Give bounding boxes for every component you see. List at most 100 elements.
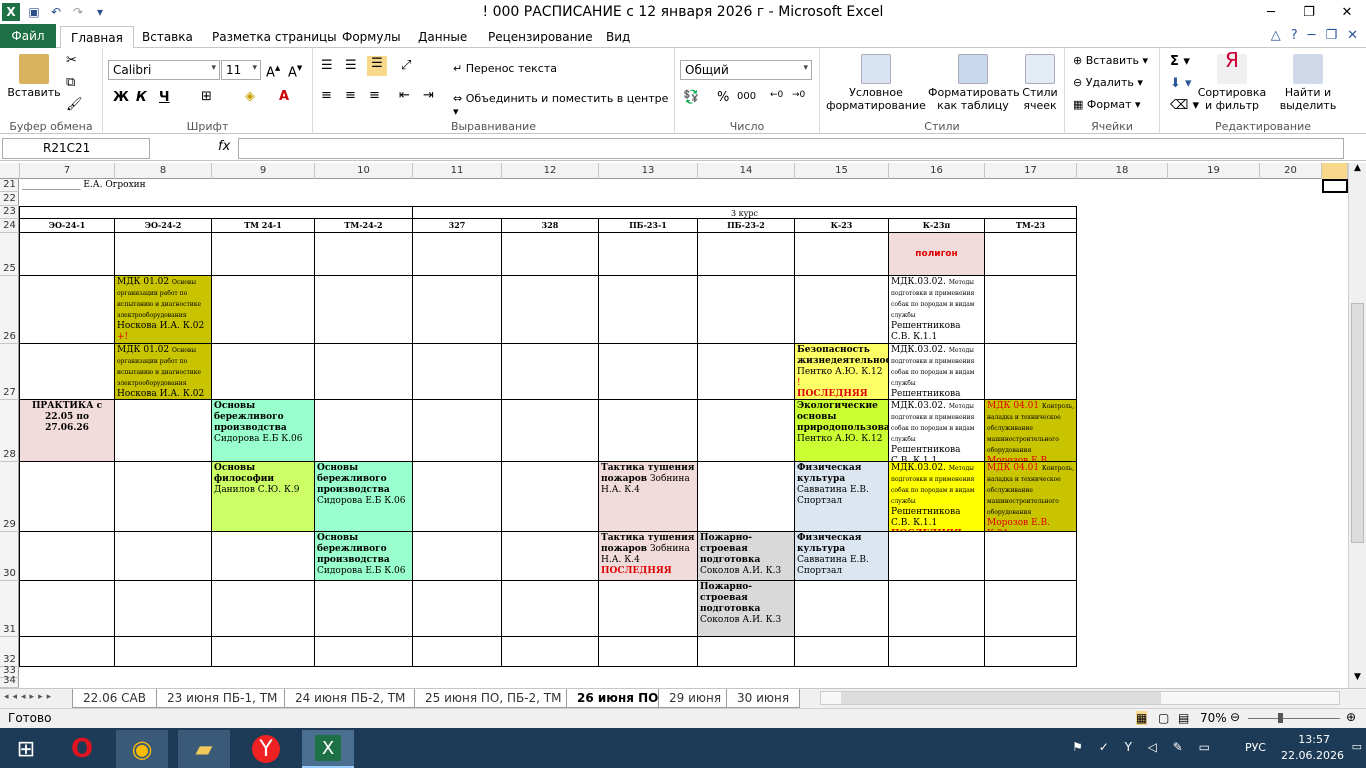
wrap-text-button[interactable]: ↵ Перенос текста <box>453 62 557 75</box>
column-header[interactable]: 8 <box>115 163 212 179</box>
group-header[interactable]: К-23 <box>795 219 889 233</box>
currency-icon[interactable]: 💱 <box>683 90 699 105</box>
tray-icons[interactable]: ⚑ ✓ Y ◁ ✎ ▭ <box>1072 740 1216 754</box>
empty-cell[interactable] <box>889 581 985 637</box>
empty-cell[interactable] <box>413 581 502 637</box>
empty-cell[interactable] <box>599 344 698 400</box>
column-header[interactable]: 11 <box>413 163 502 179</box>
schedule-cell[interactable]: ПРАКТИКА с 22.05 по 27.06.26 <box>19 400 115 462</box>
h-scroll-thumb[interactable] <box>841 692 1161 704</box>
empty-cell[interactable] <box>212 233 315 276</box>
schedule-cell[interactable]: Основы бережливого производства Сидорова … <box>212 400 315 462</box>
increase-decimal-icon[interactable]: ←0 <box>770 90 783 100</box>
align-right-icon[interactable]: ≡ <box>369 88 380 103</box>
selected-cell[interactable] <box>1322 179 1348 193</box>
empty-cell[interactable] <box>115 233 212 276</box>
column-header[interactable]: 19 <box>1168 163 1260 179</box>
schedule-cell[interactable]: Безопасность жизнедеятельности Пентко А.… <box>795 344 889 400</box>
group-header[interactable]: ТМ 24-1 <box>212 219 315 233</box>
clear-icon[interactable]: ⌫ ▾ <box>1170 98 1199 113</box>
empty-cell[interactable] <box>889 637 985 667</box>
bold-button[interactable]: Ж <box>113 90 129 105</box>
yandex-browser-icon[interactable]: Y <box>240 730 292 768</box>
schedule-cell[interactable]: МДК.03.02. Методы подготовки и применени… <box>889 276 985 344</box>
sheet-tab[interactable]: 24 июня ПБ-2, ТМ <box>284 689 417 708</box>
empty-cell[interactable] <box>698 276 795 344</box>
schedule-cell[interactable]: МДК 04.01 Контроль, наладка и техническо… <box>985 462 1077 532</box>
empty-cell[interactable] <box>413 344 502 400</box>
sheet-tab[interactable]: 25 июня ПО, ПБ-2, ТМ <box>414 689 573 708</box>
empty-cell[interactable] <box>413 400 502 462</box>
schedule-cell[interactable]: Тактика тушения пожаров Зобнина Н.А. К.4 <box>599 462 698 532</box>
restore-icon[interactable]: ❐ <box>1290 0 1328 24</box>
empty-cell[interactable] <box>985 344 1077 400</box>
empty-cell[interactable] <box>795 276 889 344</box>
file-explorer-icon[interactable]: ▰ <box>178 730 230 768</box>
column-header[interactable]: 9 <box>212 163 315 179</box>
sort-filter-button[interactable]: Я Сортировка и фильтр <box>1196 50 1268 112</box>
empty-cell[interactable] <box>413 462 502 532</box>
schedule-cell[interactable]: Основы бережливого производства Сидорова … <box>315 462 413 532</box>
empty-cell[interactable] <box>115 400 212 462</box>
borders-icon[interactable]: ⊞ <box>201 89 212 104</box>
empty-cell[interactable] <box>315 276 413 344</box>
group-header[interactable]: 328 <box>502 219 599 233</box>
tab-file[interactable]: Файл <box>0 24 56 48</box>
schedule-cell[interactable]: Пожарно- строевая подготовка Соколов А.И… <box>698 581 795 637</box>
scroll-down-icon[interactable]: ▼ <box>1349 672 1366 688</box>
empty-cell[interactable] <box>795 233 889 276</box>
empty-cell[interactable] <box>698 637 795 667</box>
clock-date[interactable]: 22.06.2026 <box>1281 749 1344 762</box>
autosum-icon[interactable]: Σ ▾ <box>1170 54 1190 69</box>
group-header[interactable]: ЭО-24-1 <box>19 219 115 233</box>
empty-cell[interactable] <box>502 400 599 462</box>
empty-cell[interactable] <box>315 344 413 400</box>
empty-cell[interactable] <box>212 532 315 581</box>
normal-view-icon[interactable]: ▦ <box>1136 711 1148 725</box>
undo-icon[interactable]: ↶ <box>48 4 64 20</box>
schedule-cell[interactable]: полигон <box>889 233 985 276</box>
decrease-indent-icon[interactable]: ⇤ <box>399 88 410 103</box>
shrink-font-icon[interactable]: A▾ <box>288 61 302 80</box>
schedule-cell[interactable]: МДК 01.02 Основы организации работ по ис… <box>115 344 212 400</box>
percent-icon[interactable]: % <box>717 90 729 105</box>
thousands-icon[interactable]: 000 <box>737 91 756 102</box>
fill-color-icon[interactable]: ◈ <box>245 89 255 104</box>
clock-time[interactable]: 13:57 <box>1298 733 1330 746</box>
italic-button[interactable]: К <box>136 90 147 105</box>
align-top-icon[interactable]: ☰ <box>321 58 333 73</box>
zoom-slider[interactable] <box>1248 713 1340 723</box>
column-header[interactable]: 13 <box>599 163 698 179</box>
empty-cell[interactable] <box>599 581 698 637</box>
tab-data[interactable]: Данные <box>408 26 477 48</box>
column-header[interactable]: 15 <box>795 163 889 179</box>
chrome-icon[interactable]: ◉ <box>116 730 168 768</box>
zoom-level[interactable]: 70% <box>1200 711 1227 725</box>
empty-cell[interactable] <box>795 581 889 637</box>
group-header[interactable]: ТМ-23 <box>985 219 1077 233</box>
schedule-cell[interactable]: Основы философии Данилов С.Ю. К.9 <box>212 462 315 532</box>
empty-cell[interactable] <box>212 344 315 400</box>
empty-cell[interactable] <box>698 233 795 276</box>
schedule-cell[interactable]: МДК 01.02 Основы организации работ по ис… <box>115 276 212 344</box>
page-break-view-icon[interactable]: ▤ <box>1178 711 1189 725</box>
underline-button[interactable]: Ч <box>159 90 170 105</box>
schedule-cell[interactable]: Экологические основы природопользования … <box>795 400 889 462</box>
tab-home[interactable]: Главная <box>60 26 134 49</box>
paste-button[interactable]: Вставить <box>6 54 62 99</box>
cell-styles-button[interactable]: Стили ячеек <box>1018 54 1062 112</box>
page-layout-view-icon[interactable]: ▢ <box>1158 711 1169 725</box>
language-indicator[interactable]: РУС <box>1245 741 1266 754</box>
zoom-slider-thumb[interactable] <box>1278 713 1283 723</box>
sheet-tab[interactable]: 23 июня ПБ-1, ТМ <box>156 689 289 708</box>
column-header[interactable]: 12 <box>502 163 599 179</box>
empty-cell[interactable] <box>19 276 115 344</box>
schedule-cell[interactable]: Основы бережливого производства Сидорова … <box>315 532 413 581</box>
column-header[interactable]: 10 <box>315 163 413 179</box>
schedule-cell[interactable]: Физическая культура Савватина Е.В. Спорт… <box>795 462 889 532</box>
empty-cell[interactable] <box>502 532 599 581</box>
empty-cell[interactable] <box>985 581 1077 637</box>
empty-cell[interactable] <box>698 400 795 462</box>
format-as-table-button[interactable]: Форматировать как таблицу <box>928 54 1020 112</box>
empty-cell[interactable] <box>115 532 212 581</box>
